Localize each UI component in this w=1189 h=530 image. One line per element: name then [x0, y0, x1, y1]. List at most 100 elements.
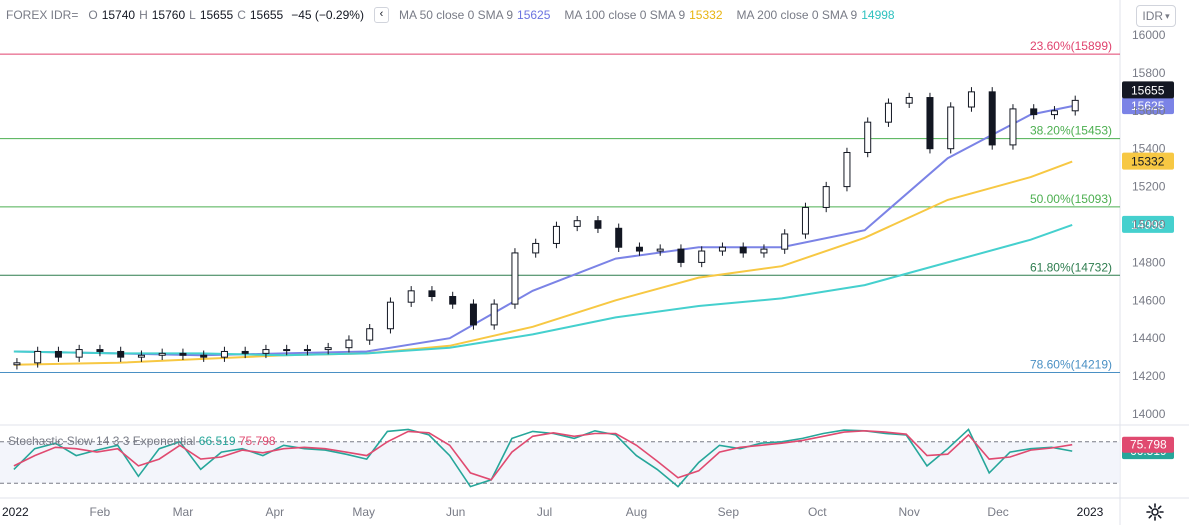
- candle-body[interactable]: [469, 303, 477, 326]
- fibonacci-label: 78.60%(14219): [1030, 357, 1112, 371]
- candle-body[interactable]: [905, 97, 913, 104]
- ma200-label[interactable]: MA 200 close 0 SMA 9: [737, 8, 858, 22]
- x-tick-label: Aug: [626, 505, 647, 519]
- y-tick-label: 15400: [1132, 142, 1166, 156]
- candle-body[interactable]: [490, 303, 498, 326]
- open-label: O: [88, 8, 98, 22]
- candle-body[interactable]: [283, 349, 291, 352]
- candle-body[interactable]: [594, 220, 602, 229]
- candle-body[interactable]: [13, 362, 21, 366]
- last-price-label: 15655: [1131, 83, 1165, 97]
- candle-body[interactable]: [988, 91, 996, 146]
- candle-body[interactable]: [926, 97, 934, 150]
- candle-body[interactable]: [241, 350, 249, 354]
- low-value: 15655: [199, 8, 234, 22]
- candle-body[interactable]: [220, 350, 228, 358]
- candle-body[interactable]: [179, 352, 187, 356]
- x-tick-label: May: [352, 505, 375, 519]
- open-value: 15740: [101, 8, 136, 22]
- candle-body[interactable]: [884, 102, 892, 123]
- candle-body[interactable]: [407, 290, 415, 303]
- x-tick-label: Nov: [899, 505, 920, 519]
- candle-body[interactable]: [366, 328, 374, 341]
- fibonacci-label: 61.80%(14732): [1030, 260, 1112, 274]
- candle-body[interactable]: [1071, 99, 1079, 112]
- candle-body[interactable]: [137, 354, 145, 358]
- candle-body[interactable]: [75, 349, 83, 358]
- high-label: H: [139, 8, 148, 22]
- candle-body[interactable]: [781, 233, 789, 250]
- ma-price-badge-label: 15332: [1131, 155, 1165, 169]
- currency-button[interactable]: IDR ▾: [1136, 5, 1176, 27]
- ma100-value: 15332: [689, 8, 723, 22]
- candle-body[interactable]: [449, 296, 457, 305]
- change-value: −45 (−0.29%): [291, 8, 364, 22]
- chevron-left-icon[interactable]: ‹: [373, 7, 389, 23]
- candle-body[interactable]: [760, 248, 768, 254]
- y-tick-label: 14200: [1132, 369, 1166, 383]
- candle-body[interactable]: [656, 248, 664, 252]
- y-tick-label: 16000: [1132, 28, 1166, 42]
- candle-body[interactable]: [947, 106, 955, 150]
- candle-body[interactable]: [324, 347, 332, 351]
- low-label: L: [189, 8, 196, 22]
- y-tick-label: 15600: [1132, 104, 1166, 118]
- stochastic-band: [0, 441, 1120, 484]
- y-tick-label: 15800: [1132, 66, 1166, 80]
- candle-body[interactable]: [96, 349, 104, 352]
- ma50-label[interactable]: MA 50 close 0 SMA 9: [399, 8, 513, 22]
- gear-icon[interactable]: [1145, 502, 1165, 522]
- candle-body[interactable]: [511, 252, 519, 305]
- candle-body[interactable]: [428, 290, 436, 298]
- candle-body[interactable]: [739, 246, 747, 254]
- candle-body[interactable]: [117, 350, 125, 358]
- candle-body[interactable]: [1030, 108, 1038, 116]
- y-tick-label: 14800: [1132, 255, 1166, 269]
- y-tick-label: 14000: [1132, 407, 1166, 421]
- candle-body[interactable]: [967, 91, 975, 108]
- stochastic-k-value: 66.519: [198, 434, 236, 448]
- x-tick-label: Apr: [265, 505, 284, 519]
- ma100-label[interactable]: MA 100 close 0 SMA 9: [564, 8, 685, 22]
- x-tick-label: 2023: [1077, 505, 1104, 519]
- candle-body[interactable]: [345, 339, 353, 349]
- candle-body[interactable]: [698, 250, 706, 263]
- candle-body[interactable]: [1050, 110, 1058, 116]
- candle-body[interactable]: [864, 121, 872, 153]
- candle-body[interactable]: [158, 352, 166, 356]
- x-tick-label: Sep: [718, 505, 740, 519]
- fibonacci-label: 38.20%(15453): [1030, 124, 1112, 138]
- stochastic-label[interactable]: Stochastic Slow 14 3 3 Exponential: [8, 434, 195, 448]
- ma50-value: 15625: [517, 8, 551, 22]
- fibonacci-label: 50.00%(15093): [1030, 192, 1112, 206]
- candle-body[interactable]: [200, 354, 208, 358]
- candle-body[interactable]: [677, 248, 685, 263]
- candle-body[interactable]: [822, 186, 830, 208]
- candle-body[interactable]: [303, 349, 311, 352]
- y-tick-label: 15200: [1132, 180, 1166, 194]
- y-tick-label: 15000: [1132, 218, 1166, 232]
- candle-body[interactable]: [386, 301, 394, 330]
- candle-body[interactable]: [532, 242, 540, 254]
- y-tick-label: 14600: [1132, 293, 1166, 307]
- candle-body[interactable]: [718, 246, 726, 252]
- fibonacci-label: 23.60%(15899): [1030, 39, 1112, 53]
- x-tick-label: 2022: [2, 505, 29, 519]
- candle-body[interactable]: [54, 350, 62, 358]
- candle-body[interactable]: [635, 246, 643, 252]
- x-tick-label: Oct: [808, 505, 827, 519]
- symbol-label[interactable]: FOREX IDR=: [6, 8, 78, 22]
- candle-body[interactable]: [552, 225, 560, 244]
- candle-body[interactable]: [34, 350, 42, 364]
- currency-label: IDR: [1142, 9, 1164, 23]
- chevron-down-icon: ▾: [1165, 10, 1170, 21]
- candle-body[interactable]: [843, 151, 851, 188]
- close-label: C: [237, 8, 246, 22]
- candle-body[interactable]: [573, 220, 581, 227]
- stochastic-legend: Stochastic Slow 14 3 3 Exponential 66.51…: [8, 434, 276, 448]
- candle-body[interactable]: [615, 227, 623, 248]
- close-value: 15655: [249, 8, 284, 22]
- candle-body[interactable]: [1009, 108, 1017, 146]
- candle-body[interactable]: [262, 349, 270, 354]
- candle-body[interactable]: [801, 206, 809, 235]
